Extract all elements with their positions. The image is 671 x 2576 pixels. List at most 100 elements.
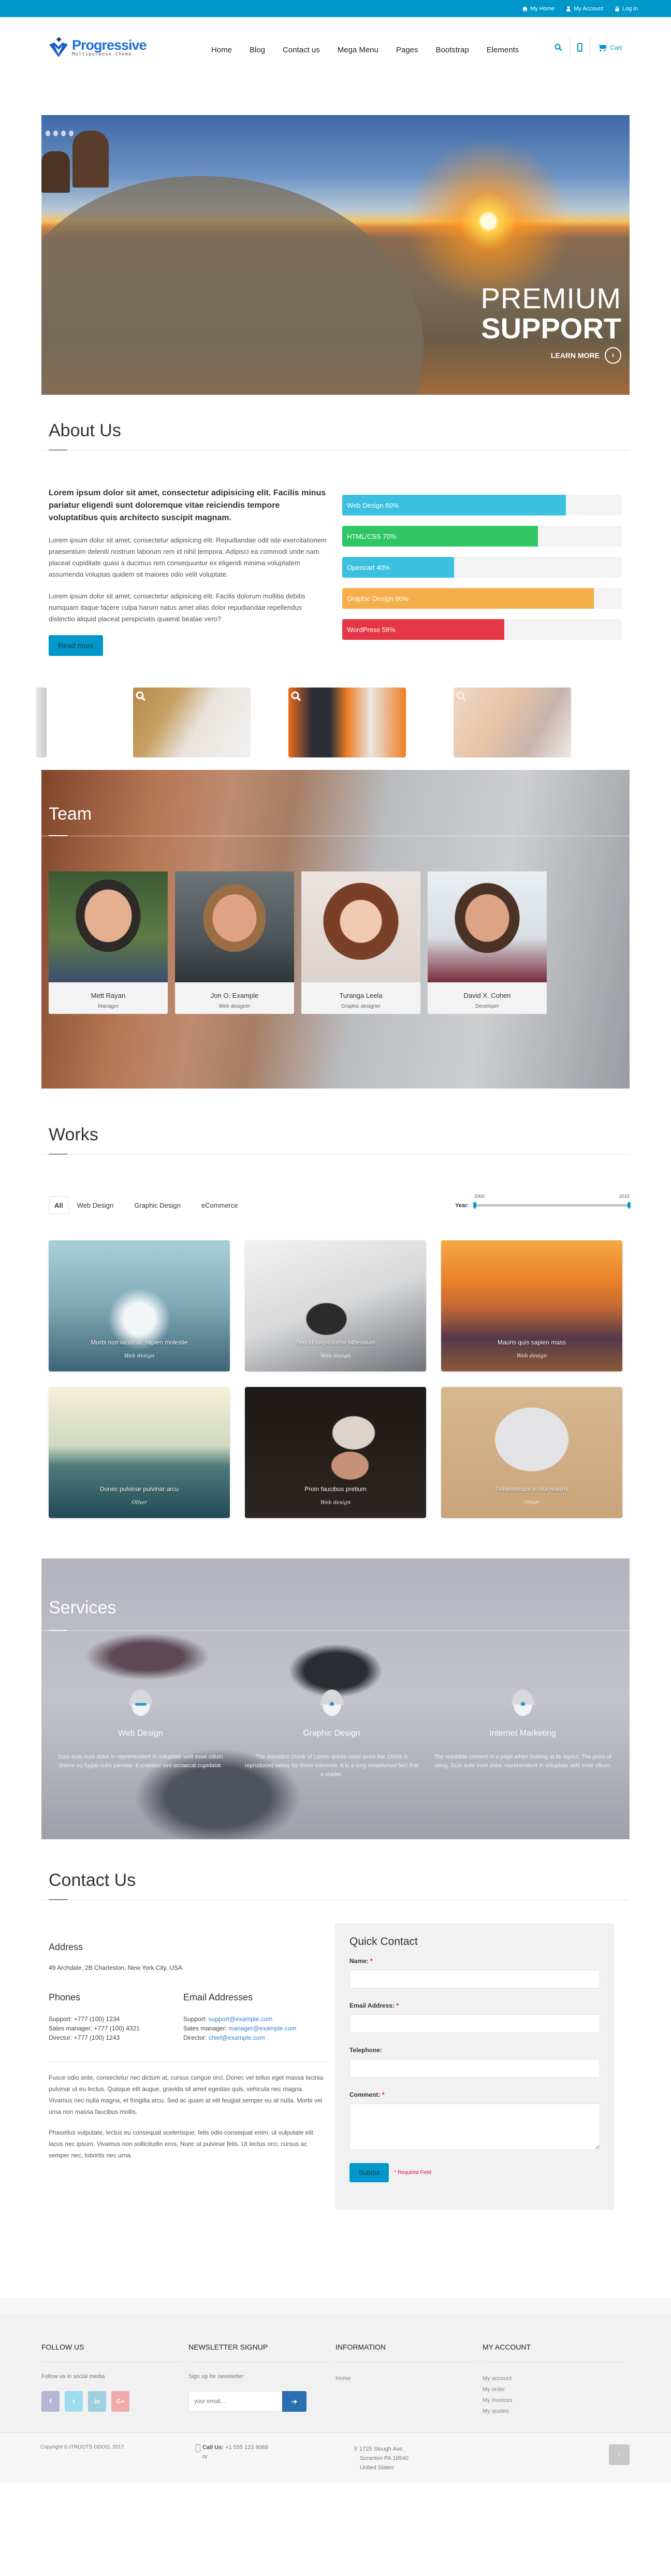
team-member-role: Web designer (218, 1004, 251, 1009)
name-input[interactable] (349, 1970, 600, 1988)
team-member-name: David X. Cohen (463, 992, 511, 999)
team-member-card[interactable]: Mett Rayan Manager (49, 871, 168, 1014)
emails-list: Support: support@example.com Sales manag… (183, 2014, 318, 2042)
filter-web-design[interactable]: Web Design (77, 1197, 114, 1214)
work-item[interactable]: Mauris quis sapien mass Web design (441, 1240, 622, 1371)
team-section: Team Mett Rayan Manager Jon O. Example Web … (41, 770, 630, 1089)
footer-link-my-order[interactable]: My order (483, 2384, 630, 2395)
lock-icon (615, 6, 619, 11)
twitter-button[interactable]: t (65, 2391, 83, 2412)
read-more-button[interactable]: Read more (49, 635, 104, 656)
newsletter-email-input[interactable] (188, 2391, 282, 2412)
filter-graphic-design[interactable]: Graphic Design (134, 1197, 181, 1214)
telephone-input[interactable] (349, 2059, 600, 2078)
nav-mega-menu[interactable]: Mega Menu (338, 46, 378, 54)
team-member-card[interactable]: David X. Cohen Developer (428, 871, 547, 1014)
email-line: Support: support@example.com (183, 2014, 318, 2024)
newsletter-submit-button[interactable]: ➜ (282, 2391, 307, 2412)
skill-progress-bar: Web Design 80% (342, 495, 622, 516)
logo-title: Progressive (72, 37, 147, 53)
logo-subtitle: Multipurpose theme (72, 51, 132, 57)
phone-button[interactable] (570, 37, 591, 58)
footer-link-my-quotes[interactable]: My quotes (483, 2406, 630, 2417)
submit-button[interactable]: Submit (349, 2163, 389, 2182)
team-member-card[interactable]: Turanga Leela Graphic designer (301, 871, 420, 1014)
section-divider (41, 1630, 630, 1631)
search-icon (555, 44, 563, 51)
year-range-slider[interactable]: 2000 2015 (473, 1194, 631, 1209)
slider-dot[interactable] (53, 131, 58, 136)
about-title: About Us (49, 421, 121, 440)
nav-blog[interactable]: Blog (250, 46, 265, 54)
team-title: Team (49, 804, 92, 824)
address-line: United States (360, 2465, 395, 2471)
nav-contact-us[interactable]: Contact us (283, 46, 320, 54)
cart-button[interactable]: Cart (590, 37, 622, 58)
email-link[interactable]: chief@example.com (209, 2034, 265, 2041)
filter-all[interactable]: All (49, 1196, 69, 1214)
learn-more-button[interactable]: LEARN MORE › (551, 347, 621, 364)
slider-dot[interactable] (69, 131, 74, 136)
mobile-phone-icon (577, 43, 583, 52)
work-title: Sed at turpis tortor bibendum (295, 1339, 376, 1346)
work-item[interactable]: Pellentesque in dui mauris Other (441, 1387, 622, 1518)
nav-bootstrap[interactable]: Bootstrap (436, 46, 469, 54)
year-max-handle[interactable] (628, 1202, 631, 1209)
gallery-thumb[interactable] (133, 688, 251, 757)
nav-pages[interactable]: Pages (396, 46, 418, 54)
slide-caption: PREMIUM SUPPORT (481, 283, 621, 344)
slider-dot[interactable] (61, 131, 66, 136)
back-to-top-button[interactable]: ↑ (609, 2444, 630, 2465)
comment-textarea[interactable] (349, 2103, 600, 2150)
nav-home[interactable]: Home (211, 46, 232, 54)
work-item[interactable]: Sed at turpis tortor bibendum Web design (245, 1240, 426, 1371)
email-link[interactable]: support@example.com (209, 2015, 273, 2023)
gallery-thumb[interactable] (288, 688, 406, 757)
search-button[interactable] (547, 37, 571, 58)
footer-link-home[interactable]: Home (336, 2373, 483, 2384)
team-member-card[interactable]: Jon O. Example Web designer (175, 871, 294, 1014)
gallery-thumb[interactable] (36, 688, 47, 757)
filter-ecommerce[interactable]: eCommerce (201, 1197, 238, 1214)
name-label: Name: * (349, 1957, 373, 1965)
work-category: Web design (320, 1500, 351, 1506)
works-grid: Morbi non lacus ac sapien molestie Web de… (0, 1240, 671, 1518)
work-category: Other (132, 1500, 147, 1506)
gallery-thumb[interactable] (454, 688, 571, 757)
my-home-link[interactable]: My Home (522, 6, 555, 12)
hero-slider[interactable]: PREMIUM SUPPORT LEARN MORE › (41, 115, 630, 395)
service-text: Duis aute irure dolor in reprehenderit i… (58, 1754, 223, 1769)
zoom-icon (136, 691, 146, 702)
google-plus-button[interactable]: G+ (111, 2391, 129, 2412)
year-min-handle[interactable] (473, 1202, 476, 1209)
quick-contact-title: Quick Contact (349, 1936, 418, 1948)
login-link[interactable]: Log in (615, 6, 638, 12)
gallery-carousel (0, 677, 671, 757)
services-section: Services Web Design Duis aute irure dolor… (41, 1558, 630, 1839)
footer-link-my-invoices[interactable]: My invoices (483, 2395, 630, 2406)
linkedin-button[interactable]: in (88, 2391, 106, 2412)
slide-rock (41, 151, 70, 193)
work-item[interactable]: Proin faucibus pretium Web design (245, 1387, 426, 1518)
team-member-name: Jon O. Example (210, 992, 259, 999)
work-item[interactable]: Morbi non lacus ac sapien molestie Web de… (49, 1240, 230, 1371)
work-category: Other (524, 1500, 539, 1506)
slider-dot[interactable] (46, 131, 50, 136)
team-member-name: Turanga Leela (339, 992, 383, 999)
logo[interactable]: Progressive Multipurpose theme (48, 37, 152, 58)
facebook-button[interactable]: f (41, 2391, 60, 2412)
email-link[interactable]: manager@example.com (228, 2025, 296, 2032)
call-us: Call Us: +1 555 123 8069 or (196, 2444, 354, 2482)
my-account-link[interactable]: My Account (566, 6, 603, 12)
slide-caption-line1: PREMIUM (480, 282, 621, 314)
work-item[interactable]: Donec pulvinar pulvinar arcu Other (49, 1387, 230, 1518)
team-member-photo (428, 871, 547, 982)
email-input[interactable] (349, 2014, 600, 2033)
team-members: Mett Rayan Manager Jon O. Example Web desig… (41, 871, 630, 1014)
team-member-photo (301, 871, 420, 982)
emails-heading: Email Addresses (183, 1992, 253, 2002)
nav-elements[interactable]: Elements (487, 46, 519, 54)
information-heading: INFORMATION (336, 2343, 386, 2351)
facebook-icon: f (49, 2398, 52, 2405)
footer-link-my-account[interactable]: My account (483, 2373, 630, 2384)
